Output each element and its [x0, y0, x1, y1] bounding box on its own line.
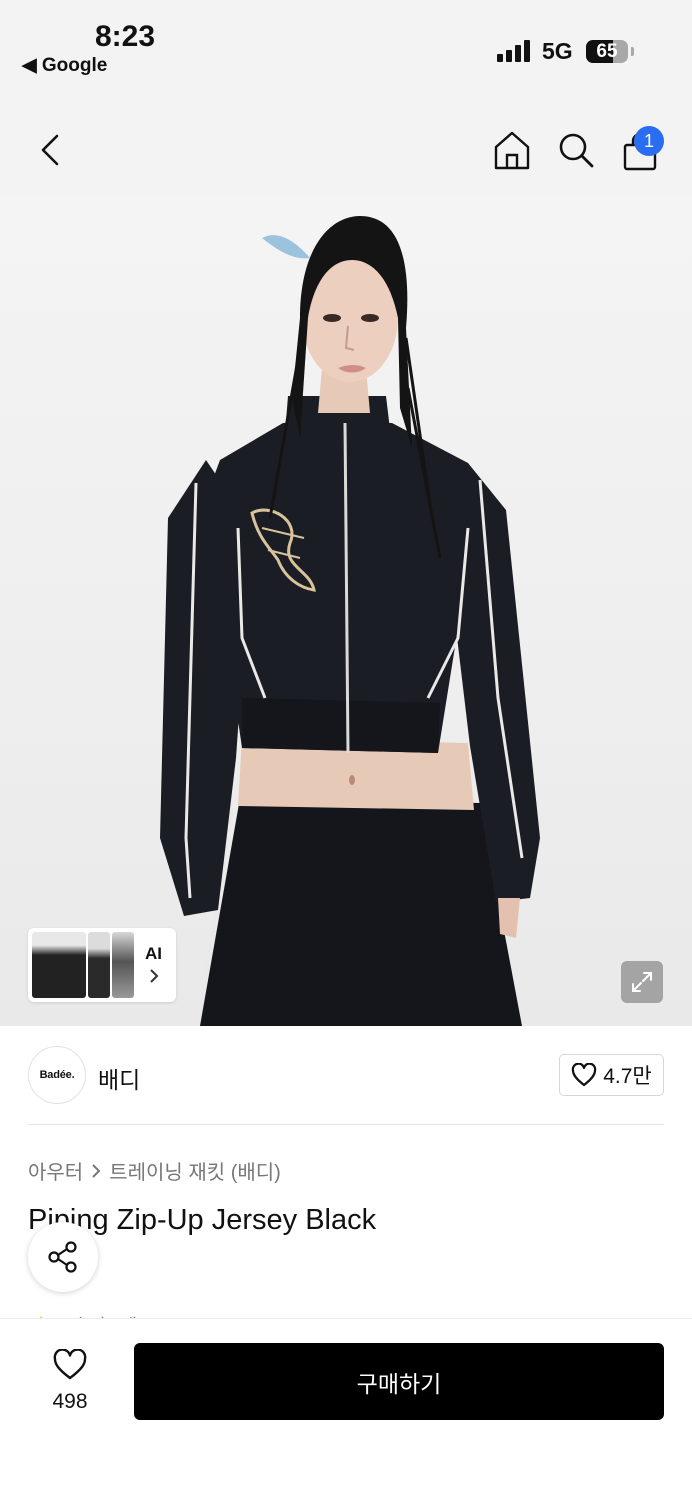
- brand-like-count: 4.7만: [603, 1065, 652, 1088]
- battery-icon: 65: [586, 40, 628, 63]
- chevron-right-icon: [92, 1163, 101, 1178]
- search-button[interactable]: [554, 128, 598, 172]
- purchase-bar: 498 구매하기: [0, 1318, 692, 1501]
- status-bar: 8:23 ◀ Google 5G 65: [0, 0, 692, 90]
- chevron-left-icon: [41, 134, 59, 166]
- wishlist-button[interactable]: 498: [40, 1348, 100, 1414]
- signal-icon: [497, 40, 533, 62]
- heart-icon: [53, 1348, 87, 1380]
- battery-level: 65: [596, 41, 618, 62]
- breadcrumb-subcategory[interactable]: 트레이닝 재킷 (배디): [109, 1156, 281, 1185]
- chevron-right-icon: [150, 969, 159, 983]
- thumbnail-1[interactable]: [32, 932, 86, 998]
- share-icon: [48, 1241, 77, 1273]
- status-time: 8:23: [95, 20, 156, 53]
- brand-name[interactable]: 배디: [98, 1061, 140, 1095]
- breadcrumb-category[interactable]: 아우터: [28, 1156, 83, 1185]
- home-icon: [494, 131, 530, 170]
- cart-count-badge: 1: [634, 126, 664, 156]
- thumbnail-2[interactable]: [88, 932, 110, 998]
- ai-label[interactable]: AI: [145, 944, 162, 964]
- thumbnail-3[interactable]: [112, 932, 134, 998]
- brand-row: Badée. 배디 4.7만: [0, 1026, 692, 1126]
- model-illustration: [160, 216, 540, 1026]
- home-button[interactable]: [490, 128, 534, 172]
- brand-like-button[interactable]: 4.7만: [559, 1054, 664, 1096]
- back-button[interactable]: [30, 128, 70, 172]
- breadcrumb: 아우터 트레이닝 재킷 (배디): [28, 1156, 281, 1185]
- buy-button[interactable]: 구매하기: [134, 1343, 664, 1420]
- heart-icon: [572, 1063, 597, 1087]
- wishlist-count: 498: [52, 1390, 88, 1413]
- search-icon: [559, 133, 594, 168]
- expand-icon: [632, 972, 652, 992]
- brand-logo[interactable]: Badée.: [28, 1046, 86, 1104]
- back-to-google-link[interactable]: ◀ Google: [22, 54, 107, 77]
- section-divider: [28, 1124, 664, 1125]
- network-label: 5G: [542, 38, 573, 64]
- expand-image-button[interactable]: [621, 961, 663, 1003]
- battery-tip: [631, 47, 634, 56]
- thumbnail-strip[interactable]: AI: [28, 928, 176, 1002]
- product-image[interactable]: AI: [0, 198, 692, 1026]
- share-button[interactable]: [28, 1222, 98, 1292]
